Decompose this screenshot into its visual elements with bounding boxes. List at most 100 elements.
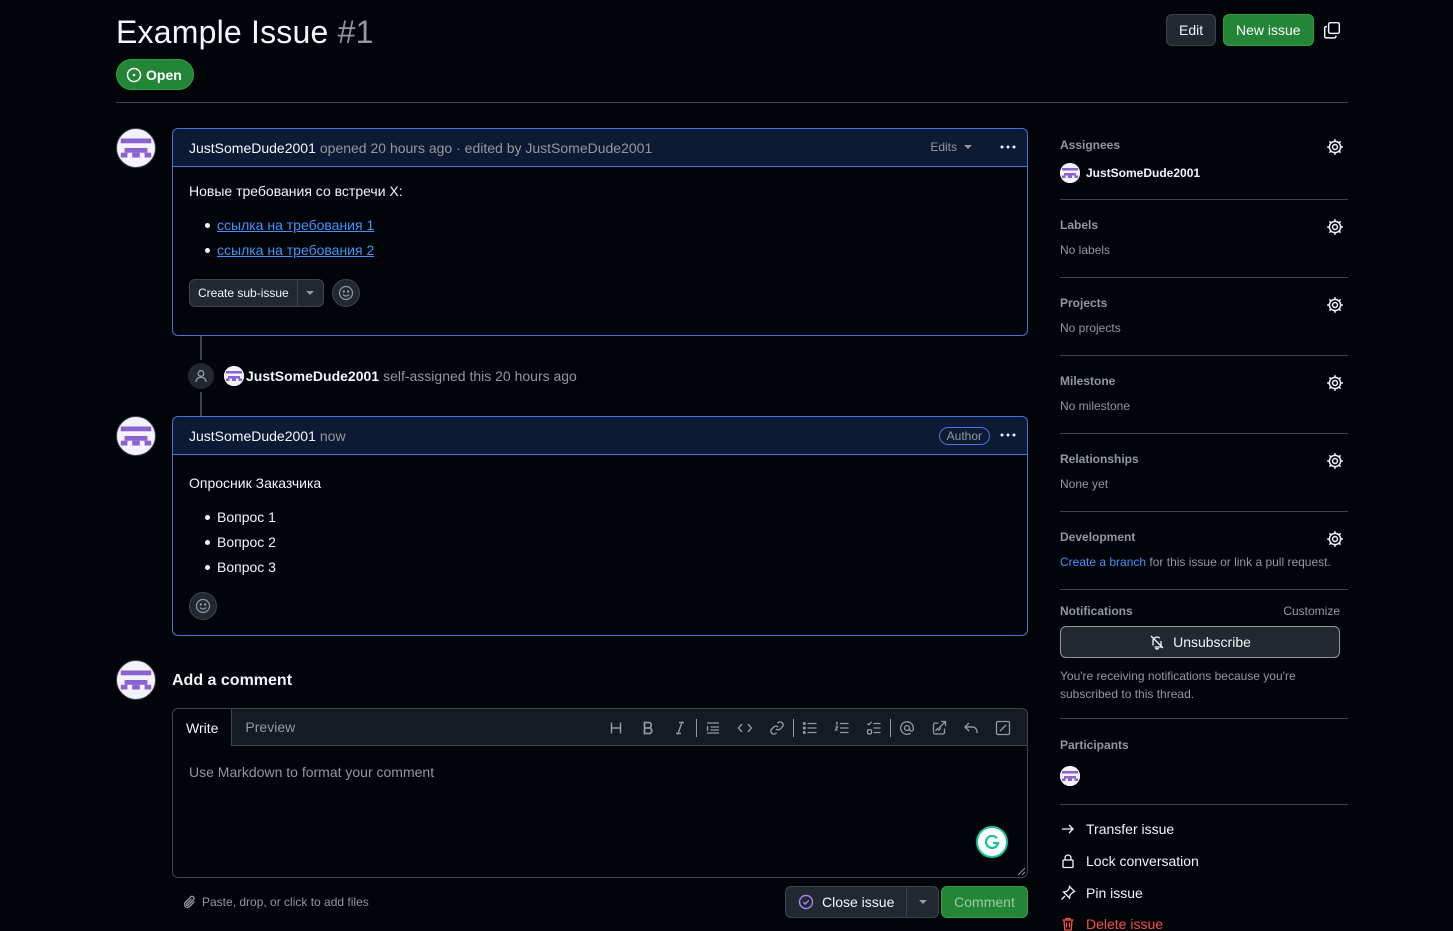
labels-value: No labels bbox=[1060, 243, 1111, 257]
avatar bbox=[1060, 163, 1080, 183]
heading-icon[interactable] bbox=[600, 718, 632, 738]
copy-icon[interactable] bbox=[1323, 21, 1341, 39]
timeline-assigned-event: JustSomeDude2001 self-assigned this 20 h… bbox=[186, 361, 577, 391]
more-options-icon[interactable] bbox=[999, 138, 1017, 156]
create-sub-issue-button[interactable]: Create sub-issue bbox=[190, 280, 297, 306]
create-sub-issue-menu-button[interactable] bbox=[296, 280, 323, 306]
assignee-name: JustSomeDude2001 bbox=[1086, 166, 1201, 180]
comment-submit-button[interactable]: Comment bbox=[941, 886, 1028, 918]
gear-icon[interactable] bbox=[1326, 374, 1344, 392]
unordered-list-icon[interactable] bbox=[794, 718, 826, 738]
list-item: Вопрос 3 bbox=[189, 557, 1011, 582]
participant-avatar[interactable] bbox=[1060, 766, 1080, 786]
milestone-value: No milestone bbox=[1060, 399, 1131, 413]
projects-value: No projects bbox=[1060, 321, 1121, 335]
issue-description-comment: JustSomeDude2001 opened 20 hours ago · e… bbox=[172, 128, 1028, 336]
sidebar-section-title: Relationships bbox=[1060, 452, 1139, 466]
customize-notifications-link[interactable]: Customize bbox=[1283, 604, 1340, 618]
gear-icon[interactable] bbox=[1326, 452, 1344, 470]
timeline-connector bbox=[200, 336, 202, 360]
lock-conversation-action[interactable]: Lock conversation bbox=[1060, 853, 1199, 869]
caret-down-icon bbox=[306, 291, 315, 295]
assignee-user[interactable]: JustSomeDude2001 bbox=[1060, 163, 1348, 183]
more-options-icon[interactable] bbox=[999, 426, 1017, 444]
list-item: ссылка на требования 1 bbox=[189, 215, 1011, 240]
sidebar-participants: Participants bbox=[1060, 738, 1348, 789]
sidebar-divider bbox=[1060, 511, 1348, 512]
comment-author[interactable]: JustSomeDude2001 bbox=[189, 140, 316, 156]
paperclip-icon bbox=[183, 895, 195, 908]
comment-textarea[interactable]: Use Markdown to format your comment bbox=[189, 764, 434, 780]
sidebar-milestone: Milestone No milestone bbox=[1060, 374, 1348, 413]
lock-conversation-label: Lock conversation bbox=[1086, 853, 1199, 869]
pin-icon bbox=[1061, 885, 1076, 900]
avatar[interactable] bbox=[116, 128, 156, 168]
reply-icon[interactable] bbox=[955, 718, 987, 738]
avatar[interactable] bbox=[116, 416, 156, 456]
fullscreen-icon[interactable] bbox=[987, 718, 1019, 738]
comment-text: Новые требования со встречи X: bbox=[189, 183, 403, 199]
quote-icon[interactable] bbox=[697, 718, 729, 738]
avatar[interactable] bbox=[116, 660, 156, 700]
mention-icon[interactable] bbox=[891, 718, 923, 738]
requirements-link-1[interactable]: ссылка на требования 1 bbox=[217, 217, 374, 233]
tab-write[interactable]: Write bbox=[173, 709, 233, 746]
italic-icon[interactable] bbox=[664, 718, 696, 738]
new-issue-button[interactable]: New issue bbox=[1223, 14, 1314, 46]
person-icon bbox=[186, 361, 216, 391]
issue-state-label: Open bbox=[146, 66, 182, 83]
add-reaction-button[interactable] bbox=[331, 279, 360, 307]
ordered-list-icon[interactable] bbox=[826, 718, 858, 738]
comment-author[interactable]: JustSomeDude2001 bbox=[189, 428, 316, 444]
development-value: Create a branch for this issue or link a… bbox=[1060, 555, 1348, 569]
markdown-toolbar bbox=[600, 718, 1019, 738]
close-issue-button[interactable]: Close issue bbox=[786, 887, 906, 917]
add-comment-heading: Add a comment bbox=[172, 672, 293, 689]
arrow-right-icon bbox=[1062, 824, 1074, 834]
tab-preview[interactable]: Preview bbox=[232, 708, 308, 745]
event-actor[interactable]: JustSomeDude2001 bbox=[246, 368, 379, 384]
issue-state-badge: Open bbox=[116, 59, 194, 90]
comment-header: JustSomeDude2001 opened 20 hours ago · e… bbox=[173, 129, 1027, 167]
gear-icon[interactable] bbox=[1326, 530, 1344, 548]
smiley-icon bbox=[195, 598, 211, 614]
resize-handle-icon[interactable] bbox=[1016, 866, 1026, 876]
link-icon[interactable] bbox=[761, 718, 793, 738]
pin-issue-action[interactable]: Pin issue bbox=[1060, 885, 1143, 901]
event-text: self-assigned this 20 hours ago bbox=[383, 368, 577, 384]
delete-issue-action[interactable]: Delete issue bbox=[1060, 916, 1163, 931]
unsubscribe-button[interactable]: Unsubscribe bbox=[1060, 626, 1340, 658]
link-list: ссылка на требования 1 ссылка на требова… bbox=[189, 215, 1011, 265]
comment-body: Опросник Заказчика Вопрос 1 Вопрос 2 Воп… bbox=[173, 455, 1027, 636]
sidebar-section-title: Projects bbox=[1060, 296, 1108, 310]
task-list-icon[interactable] bbox=[858, 718, 890, 738]
relationships-value: None yet bbox=[1060, 477, 1109, 491]
cross-reference-icon[interactable] bbox=[923, 718, 955, 738]
edit-button[interactable]: Edit bbox=[1166, 14, 1217, 46]
add-reaction-button[interactable] bbox=[189, 592, 217, 620]
gear-icon[interactable] bbox=[1326, 296, 1344, 314]
sidebar-labels: Labels No labels bbox=[1060, 218, 1348, 257]
pin-issue-label: Pin issue bbox=[1086, 885, 1143, 901]
bold-icon[interactable] bbox=[632, 718, 664, 738]
comment-timestamp[interactable]: now bbox=[320, 428, 346, 444]
question-list: Вопрос 1 Вопрос 2 Вопрос 3 bbox=[189, 507, 1011, 582]
gear-icon[interactable] bbox=[1326, 138, 1344, 156]
notification-notice: You're receiving notifications because y… bbox=[1060, 669, 1296, 701]
avatar[interactable] bbox=[224, 366, 244, 386]
gear-icon[interactable] bbox=[1326, 218, 1344, 236]
comment-editor: Write Preview Use Markdown to format you… bbox=[172, 708, 1028, 878]
close-issue-menu-button[interactable] bbox=[906, 887, 938, 917]
code-icon[interactable] bbox=[729, 718, 761, 738]
editor-tabs: Write Preview bbox=[173, 709, 1027, 746]
sidebar-section-title: Milestone bbox=[1060, 374, 1116, 388]
sidebar-section-title: Labels bbox=[1060, 218, 1099, 232]
sidebar-divider bbox=[1060, 804, 1348, 805]
attach-files[interactable]: Paste, drop, or click to add files bbox=[182, 894, 369, 910]
requirements-link-2[interactable]: ссылка на требования 2 bbox=[217, 242, 374, 258]
sidebar-section-title: Development bbox=[1060, 530, 1136, 544]
edits-dropdown[interactable]: Edits bbox=[930, 140, 973, 154]
create-branch-link[interactable]: Create a branch bbox=[1060, 555, 1146, 569]
grammarly-icon[interactable] bbox=[976, 826, 1008, 858]
transfer-issue-action[interactable]: Transfer issue bbox=[1060, 821, 1174, 837]
